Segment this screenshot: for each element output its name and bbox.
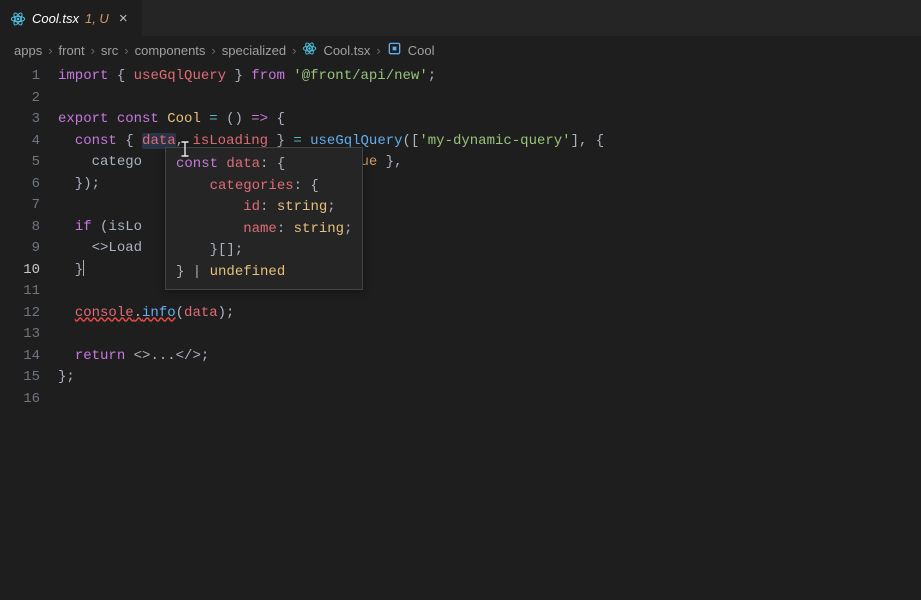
symbol-variable-icon — [387, 41, 402, 59]
breadcrumb-item[interactable]: Cool.tsx — [323, 43, 370, 58]
code-line[interactable] — [58, 389, 604, 411]
hover-line: name: string; — [176, 219, 352, 241]
code-editor[interactable]: 12345678910111213141516 import { useGqlQ… — [0, 64, 921, 410]
code-line[interactable] — [58, 88, 604, 110]
hover-line: id: string; — [176, 197, 352, 219]
line-number: 3 — [0, 109, 40, 131]
hover-line: }[]; — [176, 240, 352, 262]
line-number: 13 — [0, 324, 40, 346]
line-number: 4 — [0, 131, 40, 153]
line-number: 5 — [0, 152, 40, 174]
code-line[interactable]: import { useGqlQuery } from '@front/api/… — [58, 66, 604, 88]
breadcrumb-item[interactable]: components — [135, 43, 206, 58]
breadcrumb-item[interactable]: Cool — [408, 43, 435, 58]
breadcrumb-item[interactable]: specialized — [222, 43, 286, 58]
line-number: 8 — [0, 217, 40, 239]
react-file-icon — [302, 41, 317, 59]
line-number: 14 — [0, 346, 40, 368]
code-line[interactable]: export const Cool = () => { — [58, 109, 604, 131]
tab-modified-indicator: 1, U — [85, 11, 109, 26]
code-line[interactable]: }; — [58, 367, 604, 389]
breadcrumb-item[interactable]: front — [59, 43, 85, 58]
line-number: 12 — [0, 303, 40, 325]
tab-bar: Cool.tsx 1, U × — [0, 0, 921, 36]
code-line[interactable] — [58, 324, 604, 346]
chevron-right-icon: › — [48, 43, 52, 58]
line-number: 6 — [0, 174, 40, 196]
hover-line: } | undefined — [176, 262, 352, 284]
tab-cool-tsx[interactable]: Cool.tsx 1, U × — [0, 0, 142, 36]
close-icon[interactable]: × — [115, 10, 132, 27]
code-line[interactable]: console.info(data); — [58, 303, 604, 325]
editor-cursor — [83, 260, 84, 276]
line-number: 16 — [0, 389, 40, 411]
react-file-icon — [10, 11, 26, 27]
line-number: 15 — [0, 367, 40, 389]
chevron-right-icon: › — [376, 43, 380, 58]
line-number: 2 — [0, 88, 40, 110]
code-line[interactable]: return <>...</>; — [58, 346, 604, 368]
line-number: 1 — [0, 66, 40, 88]
chevron-right-icon: › — [91, 43, 95, 58]
chevron-right-icon: › — [211, 43, 215, 58]
tab-filename: Cool.tsx — [32, 11, 79, 26]
line-number: 11 — [0, 281, 40, 303]
hover-line: const data: { — [176, 154, 352, 176]
chevron-right-icon: › — [124, 43, 128, 58]
line-number: 10 — [0, 260, 40, 282]
breadcrumb: apps › front › src › components › specialized › Co… — [0, 36, 921, 64]
type-hover-popup: const data: { categories: { id: string; … — [165, 147, 363, 290]
line-number: 7 — [0, 195, 40, 217]
breadcrumb-item[interactable]: src — [101, 43, 118, 58]
hover-line: categories: { — [176, 176, 352, 198]
line-number: 9 — [0, 238, 40, 260]
line-number-gutter: 12345678910111213141516 — [0, 66, 58, 410]
breadcrumb-item[interactable]: apps — [14, 43, 42, 58]
chevron-right-icon: › — [292, 43, 296, 58]
